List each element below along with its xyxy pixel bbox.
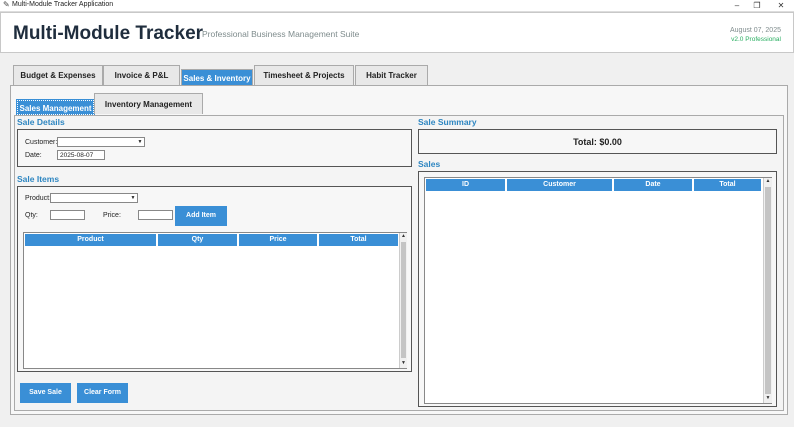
customer-label: Customer: — [25, 139, 58, 146]
current-date: August 07, 2025 — [730, 27, 781, 34]
sales-title: Sales — [418, 159, 441, 169]
column-header-price[interactable]: Price — [239, 234, 318, 246]
sale-details-box — [17, 129, 412, 167]
app-header: Multi-Module Tracker Professional Busine… — [0, 12, 794, 53]
window-titlebar: ✎ Multi-Module Tracker Application – ❐ ✕ — [0, 0, 794, 12]
column-header-total[interactable]: Total — [319, 234, 399, 246]
sale-summary-title: Sale Summary — [418, 117, 477, 127]
tab-habit-tracker[interactable]: Habit Tracker — [355, 65, 428, 85]
close-button[interactable]: ✕ — [772, 0, 790, 12]
sale-items-title: Sale Items — [17, 174, 60, 184]
column-header-product[interactable]: Product — [25, 234, 157, 246]
add-item-button[interactable]: Add Item — [175, 206, 227, 226]
scroll-down-icon[interactable]: ▼ — [400, 360, 407, 368]
maximize-button[interactable]: ❐ — [748, 0, 766, 12]
subtab-sales-management[interactable]: Sales Management — [16, 99, 95, 116]
price-field[interactable] — [138, 210, 173, 220]
sale-summary-box: Total: $0.00 — [418, 129, 777, 154]
sale-total: Total: $0.00 — [573, 137, 622, 147]
product-label: Product: — [25, 195, 52, 202]
app-subtitle: Professional Business Management Suite — [202, 29, 360, 39]
minimize-button[interactable]: – — [728, 0, 746, 12]
column-header-customer[interactable]: Customer — [507, 179, 613, 191]
chevron-down-icon: ▼ — [130, 195, 136, 201]
customer-dropdown[interactable]: ▼ — [57, 137, 145, 147]
qty-label: Qty: — [25, 212, 38, 219]
date-field[interactable]: 2025-08-07 — [57, 150, 105, 160]
chevron-down-icon: ▼ — [137, 139, 143, 145]
scroll-up-icon[interactable]: ▲ — [764, 178, 772, 186]
price-label: Price: — [103, 212, 121, 219]
column-header-id[interactable]: ID — [426, 179, 506, 191]
tab-budget-expenses[interactable]: Budget & Expenses — [13, 65, 103, 85]
version-label: v2.0 Professional — [731, 36, 781, 43]
feather-icon: ✎ — [3, 0, 10, 9]
column-header-total[interactable]: Total — [694, 179, 762, 191]
scrollbar-thumb[interactable] — [401, 242, 406, 358]
subtab-inventory-management[interactable]: Inventory Management — [94, 93, 203, 114]
sale-items-scrollbar[interactable]: ▲ ▼ — [399, 233, 407, 368]
scrollbar-thumb[interactable] — [765, 187, 771, 394]
product-dropdown[interactable]: ▼ — [50, 193, 138, 203]
sale-details-title: Sale Details — [17, 117, 65, 127]
tab-sales-inventory[interactable]: Sales & Inventory — [181, 69, 253, 86]
sales-scrollbar[interactable]: ▲ ▼ — [763, 178, 772, 403]
date-label: Date: — [25, 152, 42, 159]
column-header-date[interactable]: Date — [614, 179, 693, 191]
column-header-qty[interactable]: Qty — [158, 234, 238, 246]
sale-items-table: Product Qty Price Total ▲ ▼ — [23, 232, 407, 369]
save-sale-button[interactable]: Save Sale — [20, 383, 71, 403]
window-title: Multi-Module Tracker Application — [12, 1, 114, 8]
scroll-up-icon[interactable]: ▲ — [400, 233, 407, 241]
sales-table: ID Customer Date Total ▲ ▼ — [424, 177, 772, 404]
qty-field[interactable] — [50, 210, 85, 220]
tab-invoice-pl[interactable]: Invoice & P&L — [103, 65, 180, 85]
tab-timesheet-projects[interactable]: Timesheet & Projects — [254, 65, 354, 85]
app-title: Multi-Module Tracker — [13, 23, 204, 44]
clear-form-button[interactable]: Clear Form — [77, 383, 128, 403]
scroll-down-icon[interactable]: ▼ — [764, 395, 772, 403]
